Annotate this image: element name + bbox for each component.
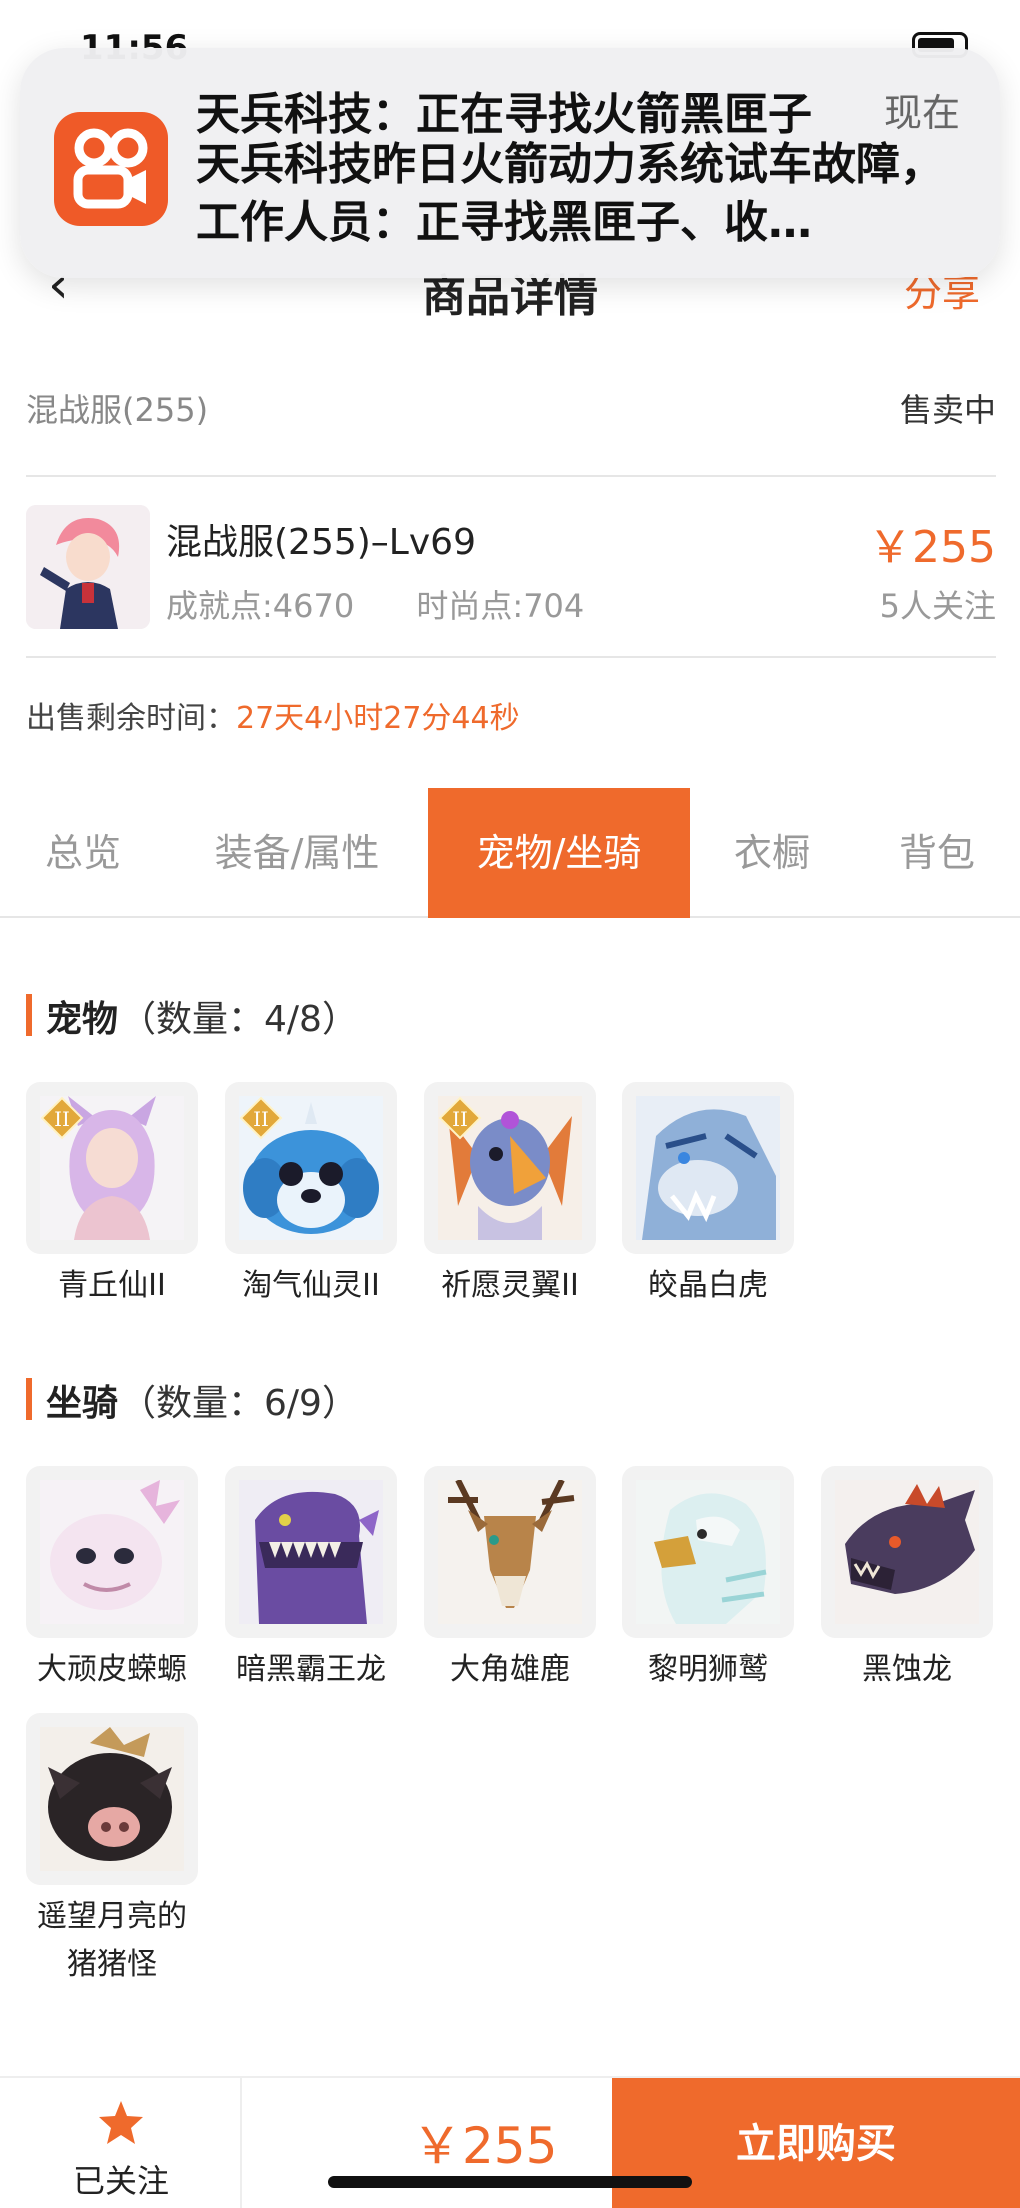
follow-label: 已关注 bbox=[72, 2162, 169, 2200]
character-avatar bbox=[26, 505, 150, 629]
tab-pets-mounts[interactable]: 宠物/坐骑 bbox=[428, 788, 690, 918]
product-stats: 成就点:4670 时尚点:704 bbox=[166, 581, 636, 627]
pet-image bbox=[622, 1082, 794, 1254]
mount-card[interactable]: 暗黑霸王龙 bbox=[225, 1466, 397, 1694]
server-name: 混战服(255) bbox=[26, 391, 209, 429]
bottom-action-bar: 已关注 ￥255 立即购买 bbox=[0, 2076, 1020, 2208]
divider bbox=[26, 656, 996, 658]
svg-text:II: II bbox=[253, 1107, 269, 1131]
mount-card[interactable]: 遥望月亮的猪猪怪 bbox=[26, 1713, 198, 1989]
star-icon bbox=[99, 2101, 143, 2144]
mount-image bbox=[225, 1466, 397, 1638]
section-marker bbox=[26, 994, 32, 1036]
pet-name: 皎晶白虎 bbox=[648, 1268, 768, 1303]
mount-image bbox=[26, 1466, 198, 1638]
remaining-time: 出售剩余时间：27天4小时27分44秒 bbox=[26, 693, 520, 737]
mount-card[interactable]: 大顽皮蝾螈 bbox=[26, 1466, 198, 1694]
pet-card[interactable]: 皎晶白虎 bbox=[622, 1082, 794, 1310]
pet-card[interactable]: II 青丘仙II bbox=[26, 1082, 198, 1310]
mount-card[interactable]: 黎明狮鹫 bbox=[622, 1466, 794, 1694]
mount-name: 大角雄鹿 bbox=[450, 1652, 570, 1687]
mount-name: 遥望月亮的猪猪怪 bbox=[37, 1899, 187, 1982]
product-price: ￥255 bbox=[868, 522, 996, 573]
mount-image bbox=[26, 1713, 198, 1885]
tier-badge-icon: II bbox=[239, 1096, 283, 1140]
tab-wardrobe[interactable]: 衣橱 bbox=[690, 788, 854, 918]
section-marker bbox=[26, 1378, 32, 1420]
follower-count: 5人关注 bbox=[879, 587, 996, 625]
fashion-points: 时尚点:704 bbox=[416, 587, 585, 625]
pet-name: 青丘仙II bbox=[58, 1268, 166, 1303]
tab-backpack[interactable]: 背包 bbox=[854, 788, 1020, 918]
mount-card[interactable]: 黑蚀龙 bbox=[821, 1466, 993, 1694]
mount-name: 黑蚀龙 bbox=[862, 1652, 952, 1687]
mount-image bbox=[821, 1466, 993, 1638]
mount-name: 暗黑霸王龙 bbox=[236, 1652, 386, 1687]
remaining-time-value: 27天4小时27分44秒 bbox=[236, 701, 520, 736]
notification-banner[interactable]: 天兵科技：正在寻找火箭黑匣子 现在 天兵科技昨日火箭动力系统试车故障，工作人员：… bbox=[20, 48, 1000, 278]
remaining-time-label: 出售剩余时间： bbox=[26, 701, 236, 736]
notification-title: 天兵科技：正在寻找火箭黑匣子 bbox=[196, 89, 812, 140]
mounts-count: （数量：6/9） bbox=[120, 1383, 358, 1424]
pet-image: II bbox=[26, 1082, 198, 1254]
notification-body: 天兵科技昨日火箭动力系统试车故障，工作人员：正寻找黑匣子、收… bbox=[196, 139, 944, 248]
mount-image bbox=[622, 1466, 794, 1638]
svg-text:II: II bbox=[54, 1107, 70, 1131]
product-summary: 混战服(255)–Lv69 成就点:4670 时尚点:704 ￥255 5人关注 bbox=[26, 505, 996, 631]
pet-card[interactable]: II 淘气仙灵II bbox=[225, 1082, 397, 1310]
tab-overview[interactable]: 总览 bbox=[0, 788, 166, 918]
product-name: 混战服(255)–Lv69 bbox=[166, 522, 476, 563]
pet-image: II bbox=[225, 1082, 397, 1254]
achievement-points: 成就点:4670 bbox=[166, 587, 355, 625]
pet-image: II bbox=[424, 1082, 596, 1254]
pet-name: 祈愿灵翼II bbox=[441, 1268, 579, 1303]
mounts-title: 坐骑 bbox=[46, 1383, 119, 1424]
bottom-price: ￥255 bbox=[412, 2117, 558, 2175]
pets-title: 宠物 bbox=[46, 999, 119, 1040]
mount-card[interactable]: 大角雄鹿 bbox=[424, 1466, 596, 1694]
mount-image bbox=[424, 1466, 596, 1638]
tier-badge-icon: II bbox=[438, 1096, 482, 1140]
divider bbox=[26, 475, 996, 477]
follow-button[interactable]: 已关注 bbox=[0, 2078, 242, 2208]
mount-name: 大顽皮蝾螈 bbox=[37, 1652, 187, 1687]
server-row: 混战服(255) 售卖中 bbox=[26, 385, 996, 445]
buy-now-button[interactable]: 立即购买 bbox=[612, 2078, 1020, 2208]
sale-status: 售卖中 bbox=[899, 391, 996, 429]
tier-badge-icon: II bbox=[40, 1096, 84, 1140]
app-icon bbox=[54, 112, 168, 226]
pet-card[interactable]: II 祈愿灵翼II bbox=[424, 1082, 596, 1310]
pets-count: （数量：4/8） bbox=[120, 999, 358, 1040]
home-indicator[interactable] bbox=[328, 2176, 692, 2188]
mount-name: 黎明狮鹫 bbox=[648, 1652, 768, 1687]
notification-time: 现在 bbox=[883, 91, 960, 135]
tab-equipment[interactable]: 装备/属性 bbox=[166, 788, 428, 918]
svg-text:II: II bbox=[452, 1107, 468, 1131]
tab-bar: 总览 装备/属性 宠物/坐骑 衣橱 背包 bbox=[0, 788, 1020, 918]
pet-name: 淘气仙灵II bbox=[242, 1268, 380, 1303]
